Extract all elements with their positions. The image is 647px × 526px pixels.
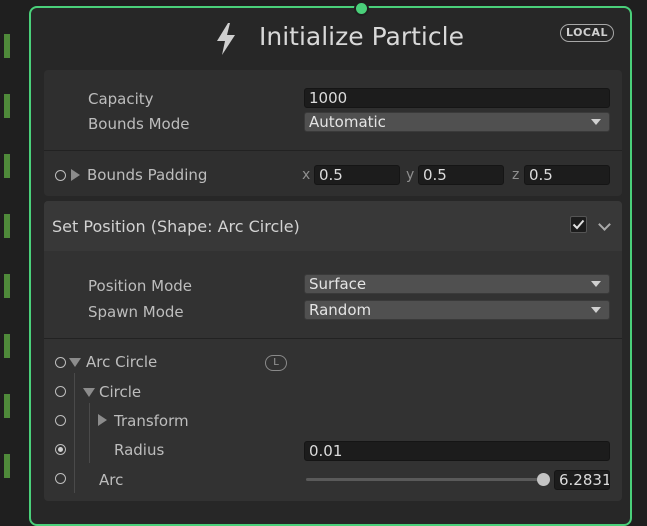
section-divider: [44, 150, 622, 151]
spawn-mode-dropdown[interactable]: Random: [304, 300, 610, 320]
bounds-padding-label: Bounds Padding: [87, 166, 208, 184]
arc-circle-port[interactable]: [55, 357, 66, 368]
graph-edge-strip: [0, 0, 14, 509]
radius-label: Radius: [114, 441, 165, 459]
chevron-down-icon: [591, 119, 601, 125]
block-enabled-checkbox[interactable]: [570, 216, 587, 233]
x-axis-label: x: [302, 167, 311, 183]
tree-guide-line: [89, 403, 90, 463]
arc-slider-thumb[interactable]: [537, 473, 551, 486]
position-mode-dropdown[interactable]: Surface: [304, 274, 610, 294]
set-position-block: Set Position (Shape: Arc Circle) Positio…: [44, 201, 622, 501]
z-axis-label: z: [512, 167, 520, 183]
arc-slider-track[interactable]: [306, 478, 546, 481]
node-header[interactable]: Initialize Particle LOCAL: [31, 8, 630, 68]
block-header[interactable]: Set Position (Shape: Arc Circle): [44, 201, 622, 251]
arc-value-field[interactable]: 6.2831: [554, 470, 610, 490]
expand-triangle-icon[interactable]: [98, 414, 107, 426]
bounds-padding-port[interactable]: [55, 170, 66, 181]
initialize-particle-node[interactable]: Initialize Particle LOCAL Capacity 1000 …: [29, 1, 632, 526]
capacity-label: Capacity: [88, 90, 154, 108]
transform-label: Transform: [114, 412, 189, 430]
bounds-mode-value: Automatic: [309, 113, 386, 131]
bounds-padding-z-field[interactable]: 0.5: [524, 165, 610, 185]
circle-port[interactable]: [55, 386, 66, 397]
collapse-triangle-icon[interactable]: [83, 388, 95, 397]
radius-field[interactable]: 0.01: [304, 441, 610, 461]
checkmark-icon: [572, 219, 585, 230]
spawn-mode-value: Random: [309, 301, 372, 319]
lightning-bolt-icon: [217, 23, 235, 55]
space-local-badge[interactable]: LOCAL: [560, 24, 614, 42]
bounds-padding-y-field[interactable]: 0.5: [418, 165, 504, 185]
spawn-mode-label: Spawn Mode: [88, 303, 184, 321]
local-space-badge[interactable]: L: [265, 355, 287, 371]
capacity-field[interactable]: 1000: [304, 88, 610, 108]
chevron-down-icon: [591, 307, 601, 313]
bounds-mode-label: Bounds Mode: [88, 115, 190, 133]
arc-label: Arc: [99, 471, 124, 489]
transform-port[interactable]: [55, 415, 66, 426]
bounds-mode-dropdown[interactable]: Automatic: [304, 112, 610, 132]
collapse-triangle-icon[interactable]: [69, 358, 81, 367]
arc-port[interactable]: [55, 473, 66, 484]
tree-guide-line: [74, 373, 75, 493]
chevron-down-icon: [591, 281, 601, 287]
node-title: Initialize Particle: [259, 22, 464, 51]
init-properties-panel: Capacity 1000 Bounds Mode Automatic Boun…: [44, 70, 622, 196]
position-mode-label: Position Mode: [88, 277, 193, 295]
radius-port-connected[interactable]: [55, 444, 66, 455]
bounds-padding-x-field[interactable]: 0.5: [314, 165, 400, 185]
arc-circle-label: Arc Circle: [86, 353, 158, 371]
expand-triangle-icon[interactable]: [71, 169, 80, 181]
position-mode-value: Surface: [309, 275, 367, 293]
block-title: Set Position (Shape: Arc Circle): [52, 217, 300, 236]
circle-label: Circle: [99, 383, 142, 401]
section-divider: [44, 338, 622, 339]
y-axis-label: y: [406, 167, 415, 183]
chevron-down-icon[interactable]: [598, 218, 611, 231]
